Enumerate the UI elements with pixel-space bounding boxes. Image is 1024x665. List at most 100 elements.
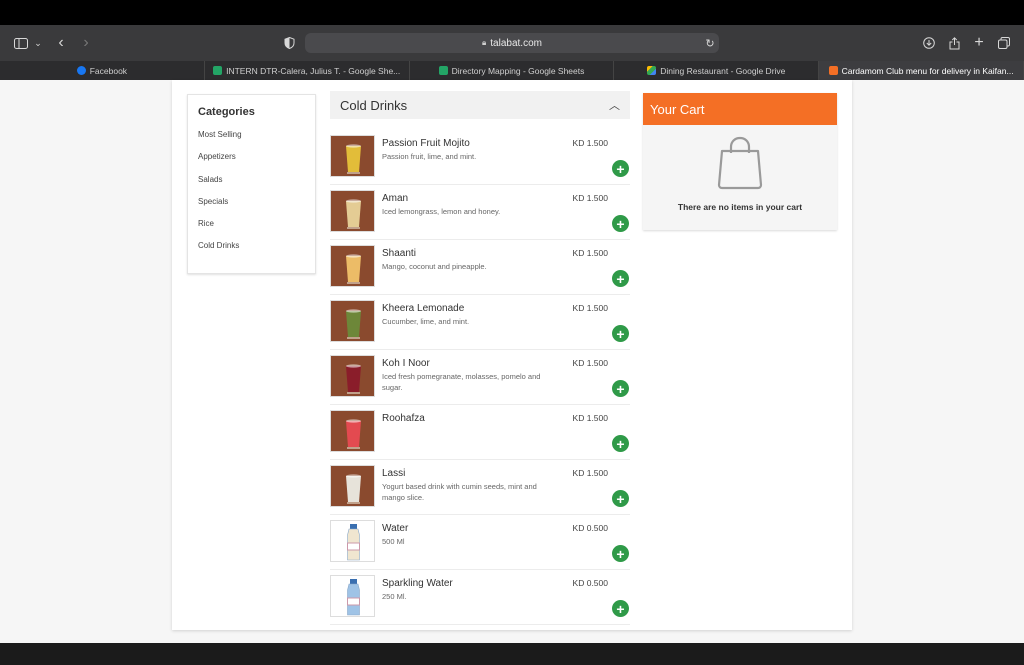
menu-item[interactable]: Water 500 Ml KD 0.500 + xyxy=(330,515,630,570)
item-description: Iced fresh pomegranate, molasses, pomelo… xyxy=(382,372,541,392)
item-description: Passion fruit, lime, and mint. xyxy=(382,152,477,161)
add-to-cart-button[interactable]: + xyxy=(612,325,629,342)
download-icon[interactable] xyxy=(922,25,936,61)
item-description: Iced lemongrass, lemon and honey. xyxy=(382,207,501,216)
menu-item[interactable]: Passion Fruit Mojito Passion fruit, lime… xyxy=(330,130,630,185)
item-price: KD 0.500 xyxy=(572,578,608,588)
add-to-cart-button[interactable]: + xyxy=(612,160,629,177)
category-appetizers[interactable]: Appetizers xyxy=(198,152,305,174)
forward-icon[interactable]: › xyxy=(79,25,93,61)
category-salads[interactable]: Salads xyxy=(198,175,305,197)
item-description: Cucumber, lime, and mint. xyxy=(382,317,470,326)
item-description: Mango, coconut and pineapple. xyxy=(382,262,487,271)
menu-item[interactable]: Koh I Noor Iced fresh pomegranate, molas… xyxy=(330,350,630,405)
add-to-cart-button[interactable]: + xyxy=(612,215,629,232)
reload-icon[interactable]: ↻ xyxy=(703,25,717,61)
add-to-cart-button[interactable]: + xyxy=(612,545,629,562)
top-bezel xyxy=(0,0,1024,25)
tab-intern-dtr[interactable]: INTERN DTR-Calera, Julius T. - Google Sh… xyxy=(205,61,410,80)
item-description: 500 Ml xyxy=(382,537,405,546)
item-price: KD 1.500 xyxy=(572,193,608,203)
url-text: talabat.com xyxy=(490,37,542,49)
back-icon[interactable]: ‹ xyxy=(54,25,68,61)
item-image[interactable] xyxy=(330,520,375,562)
cart-title: Your Cart xyxy=(643,93,837,125)
item-price: KD 1.500 xyxy=(572,303,608,313)
privacy-shield-icon[interactable] xyxy=(282,25,296,61)
category-specials[interactable]: Specials xyxy=(198,197,305,219)
menu-item[interactable]: Roohafza KD 1.500 + xyxy=(330,405,630,460)
item-name[interactable]: Shaanti xyxy=(382,248,416,259)
item-name[interactable]: Water xyxy=(382,523,408,534)
sidebar-toggle-icon[interactable] xyxy=(12,25,30,61)
item-image[interactable] xyxy=(330,190,375,232)
section-header[interactable]: Cold Drinks ︿ xyxy=(330,91,630,119)
screen: ⌄ ‹ › 🔒︎ talabat.com ↻ + Facebook INTERN… xyxy=(0,0,1024,665)
category-most-selling[interactable]: Most Selling xyxy=(198,130,305,152)
item-name[interactable]: Lassi xyxy=(382,468,405,479)
bottom-bezel xyxy=(0,643,1024,665)
tab-dining-restaurant[interactable]: Dining Restaurant - Google Drive xyxy=(614,61,820,80)
item-price: KD 1.500 xyxy=(572,468,608,478)
chevron-down-icon[interactable]: ⌄ xyxy=(33,25,43,61)
item-price: KD 1.500 xyxy=(572,358,608,368)
tab-label: Dining Restaurant - Google Drive xyxy=(660,65,786,76)
browser-toolbar: ⌄ ‹ › 🔒︎ talabat.com ↻ + xyxy=(0,25,1024,61)
item-price: KD 1.500 xyxy=(572,413,608,423)
item-image[interactable] xyxy=(330,355,375,397)
menu-items-list: Passion Fruit Mojito Passion fruit, lime… xyxy=(330,130,630,625)
cart-empty-message: There are no items in your cart xyxy=(677,202,803,212)
categories-panel: Categories Most Selling Appetizers Salad… xyxy=(187,94,316,274)
tab-cardamom-club[interactable]: Cardamom Club menu for delivery in Kaifa… xyxy=(819,61,1024,80)
tab-directory-mapping[interactable]: Directory Mapping - Google Sheets xyxy=(410,61,615,80)
sheets-icon xyxy=(438,66,448,75)
section-title: Cold Drinks xyxy=(340,97,408,113)
category-rice[interactable]: Rice xyxy=(198,219,305,241)
item-image[interactable] xyxy=(330,300,375,342)
shopping-bag-icon xyxy=(716,135,764,196)
item-name[interactable]: Sparkling Water xyxy=(382,578,453,589)
add-to-cart-button[interactable]: + xyxy=(612,380,629,397)
item-image[interactable] xyxy=(330,575,375,617)
item-image[interactable] xyxy=(330,245,375,287)
item-description: Yogurt based drink with cumin seeds, min… xyxy=(382,482,537,502)
item-price: KD 0.500 xyxy=(572,523,608,533)
item-description: 250 Ml. xyxy=(382,592,407,601)
talabat-icon xyxy=(828,66,838,75)
menu-item[interactable]: Shaanti Mango, coconut and pineapple. KD… xyxy=(330,240,630,295)
item-name[interactable]: Koh I Noor xyxy=(382,358,430,369)
item-image[interactable] xyxy=(330,135,375,177)
add-to-cart-button[interactable]: + xyxy=(612,600,629,617)
address-bar[interactable]: 🔒︎ talabat.com xyxy=(305,33,719,53)
tab-bar: Facebook INTERN DTR-Calera, Julius T. - … xyxy=(0,61,1024,80)
new-tab-icon[interactable]: + xyxy=(972,25,986,61)
tab-facebook[interactable]: Facebook xyxy=(0,61,205,80)
menu-item[interactable]: Aman Iced lemongrass, lemon and honey. K… xyxy=(330,185,630,240)
item-name[interactable]: Passion Fruit Mojito xyxy=(382,138,470,149)
item-name[interactable]: Kheera Lemonade xyxy=(382,303,464,314)
tab-label: Facebook xyxy=(89,65,128,76)
item-image[interactable] xyxy=(330,410,375,452)
category-cold-drinks[interactable]: Cold Drinks xyxy=(198,241,305,263)
menu-item[interactable]: Sparkling Water 250 Ml. KD 0.500 + xyxy=(330,570,630,625)
add-to-cart-button[interactable]: + xyxy=(612,435,629,452)
categories-title: Categories xyxy=(198,106,255,118)
menu-item[interactable]: Kheera Lemonade Cucumber, lime, and mint… xyxy=(330,295,630,350)
tab-overview-icon[interactable] xyxy=(996,25,1012,61)
share-icon[interactable] xyxy=(947,25,961,61)
tab-label: Directory Mapping - Google Sheets xyxy=(451,65,585,76)
item-name[interactable]: Aman xyxy=(382,193,408,204)
lock-icon: 🔒︎ xyxy=(482,38,487,47)
tab-label: Cardamom Club menu for delivery in Kaifa… xyxy=(841,65,1014,76)
menu-item[interactable]: Lassi Yogurt based drink with cumin seed… xyxy=(330,460,630,515)
item-name[interactable]: Roohafza xyxy=(382,413,425,424)
chevron-up-icon[interactable]: ︿ xyxy=(609,97,620,113)
drive-icon xyxy=(647,66,657,75)
add-to-cart-button[interactable]: + xyxy=(612,270,629,287)
item-price: KD 1.500 xyxy=(572,138,608,148)
facebook-icon xyxy=(76,66,86,75)
add-to-cart-button[interactable]: + xyxy=(612,490,629,507)
sheets-icon xyxy=(213,66,223,75)
item-image[interactable] xyxy=(330,465,375,507)
tab-label: INTERN DTR-Calera, Julius T. - Google Sh… xyxy=(226,65,401,76)
